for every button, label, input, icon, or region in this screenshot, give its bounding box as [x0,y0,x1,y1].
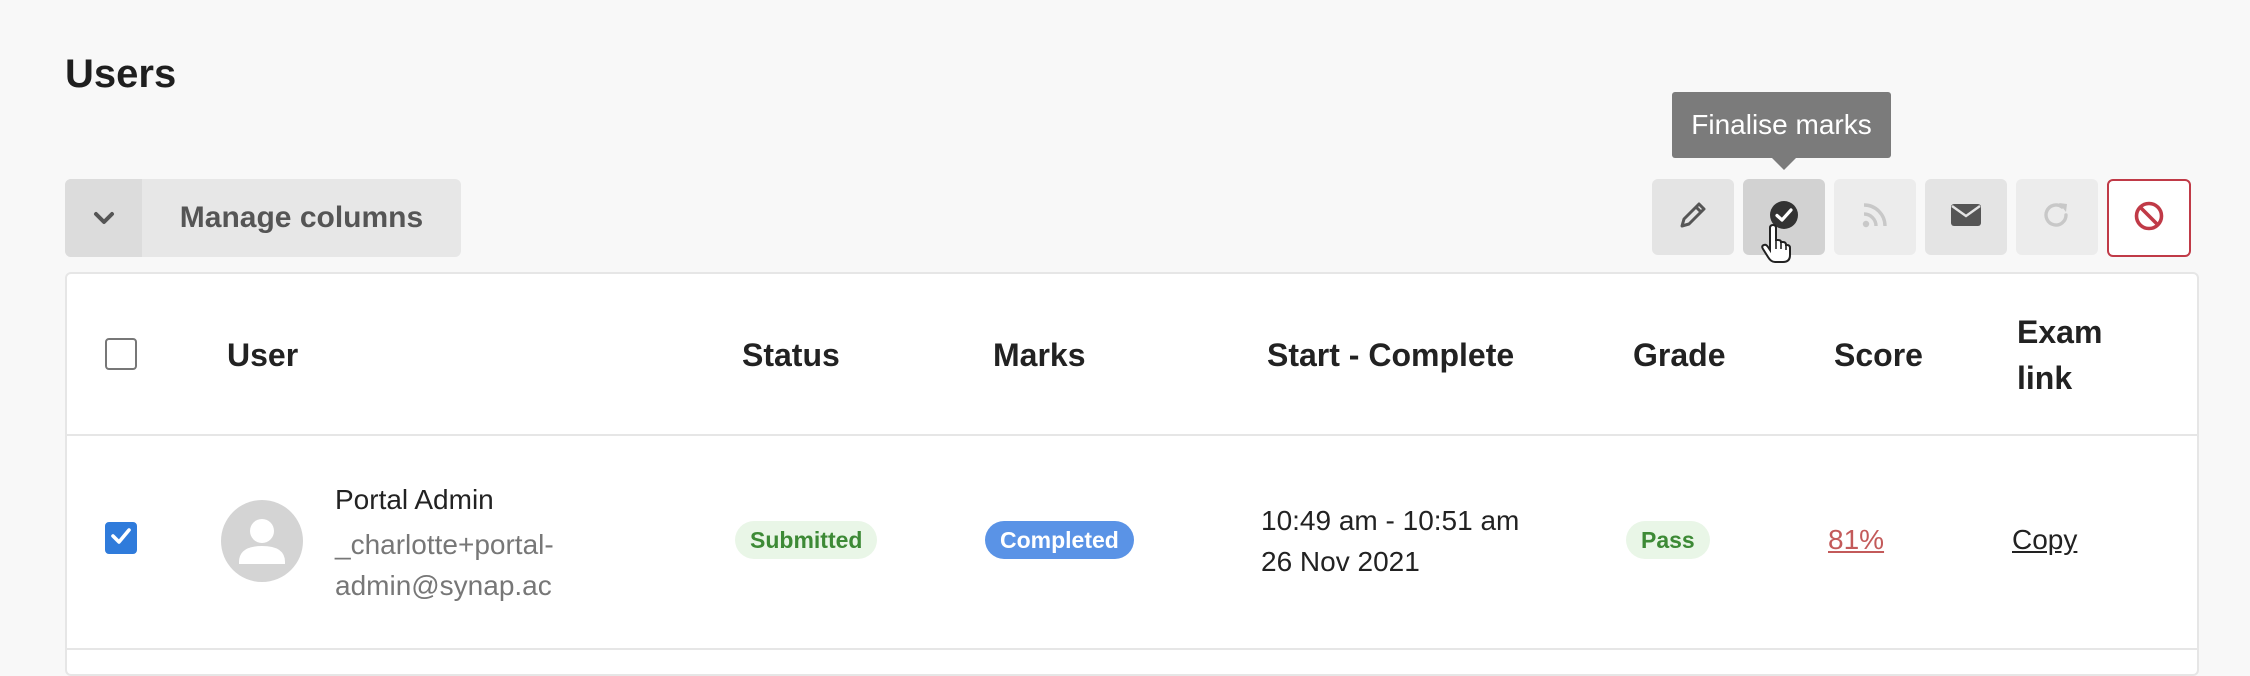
column-header-score[interactable]: Score [1834,332,1923,378]
redo-icon [2042,200,2072,235]
email-button[interactable] [1925,179,2007,255]
edit-button[interactable] [1652,179,1734,255]
select-all-checkbox[interactable] [105,338,137,370]
user-name: Portal Admin [335,484,494,515]
score-link[interactable]: 81% [1828,524,1884,556]
table-row[interactable]: Portal Admin _charlotte+portal- admin@sy… [67,436,2197,650]
time-range: 10:49 am - 10:51 am [1261,505,1520,536]
date: 26 Nov 2021 [1261,546,1420,577]
column-header-marks[interactable]: Marks [993,332,1086,378]
avatar [221,500,303,582]
column-header-status[interactable]: Status [742,332,840,378]
page-title: Users [65,52,177,96]
column-header-exam-link[interactable]: Exam link [2017,309,2102,401]
user-silhouette-icon [239,519,285,564]
chevron-down-icon[interactable] [65,179,142,257]
start-complete-time: 10:49 am - 10:51 am 26 Nov 2021 [1261,500,1519,582]
rss-button[interactable] [1834,179,1916,255]
status-badge: Submitted [735,521,878,559]
row-select-checkbox[interactable] [105,522,137,554]
users-table: User Status Marks Start - Complete Grade… [65,272,2199,676]
user-email-line2: admin@synap.ac [335,570,552,601]
manage-columns-label: Manage columns [179,201,424,234]
user-email: _charlotte+portal- admin@synap.ac [335,524,595,606]
reload-button[interactable] [2016,179,2098,255]
marks-badge: Completed [985,521,1134,559]
grade-badge: Pass [1626,521,1710,559]
copy-exam-link[interactable]: Copy [2012,524,2077,556]
envelope-icon [1950,203,1982,232]
rss-icon [1861,201,1889,234]
ban-icon [2133,200,2165,237]
hand-cursor-icon [1761,223,1791,269]
column-header-user[interactable]: User [227,332,298,378]
column-header-start-complete[interactable]: Start - Complete [1267,332,1514,378]
column-header-exam-link-line2: link [2017,360,2073,396]
manage-columns-button[interactable]: Manage columns [65,179,461,257]
user-email-line1: _charlotte+portal- [335,529,554,560]
table-header: User Status Marks Start - Complete Grade… [67,274,2197,436]
column-header-grade[interactable]: Grade [1633,332,1725,378]
pencil-icon [1677,199,1709,236]
column-header-exam-link-line1: Exam [2017,314,2103,350]
checkmark-icon [110,527,132,550]
block-button[interactable] [2107,179,2191,257]
finalise-marks-tooltip: Finalise marks [1672,92,1891,170]
